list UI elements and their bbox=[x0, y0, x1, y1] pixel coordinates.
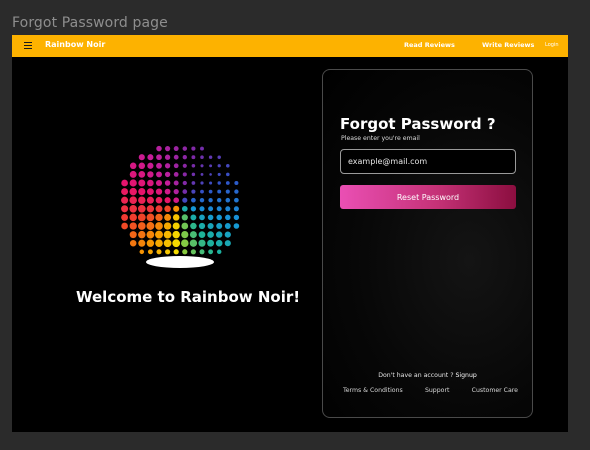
navbar: Rainbow Noir Read Reviews Write Reviews … bbox=[12, 35, 568, 57]
signup-link[interactable]: Signup bbox=[455, 372, 476, 379]
customer-care-link[interactable]: Customer Care bbox=[472, 387, 518, 394]
rainbow-dotted-sphere-icon bbox=[121, 145, 240, 268]
brand-name[interactable]: Rainbow Noir bbox=[45, 40, 105, 49]
support-link[interactable]: Support bbox=[425, 387, 449, 394]
signup-prompt-text: Don't have an account ? bbox=[378, 372, 454, 379]
app-frame: Rainbow Noir Read Reviews Write Reviews … bbox=[12, 35, 568, 432]
terms-link[interactable]: Terms & Conditions bbox=[343, 387, 403, 394]
nav-login[interactable]: Login bbox=[545, 42, 559, 48]
nav-write-reviews[interactable]: Write Reviews bbox=[482, 41, 534, 49]
reset-password-button[interactable]: Reset Password bbox=[340, 185, 516, 209]
welcome-heading: Welcome to Rainbow Noir! bbox=[76, 288, 301, 306]
forgot-password-card: Forgot Password ? Please enter you're em… bbox=[322, 69, 533, 418]
frame-title: Forgot Password page bbox=[12, 15, 168, 31]
nav-read-reviews[interactable]: Read Reviews bbox=[404, 41, 455, 49]
card-subtitle: Please enter you're email bbox=[341, 135, 420, 142]
signup-prompt: Don't have an account ? Signup bbox=[323, 372, 532, 379]
card-title: Forgot Password ? bbox=[340, 115, 496, 133]
hamburger-menu-icon[interactable] bbox=[24, 42, 32, 49]
email-input[interactable] bbox=[340, 149, 516, 174]
footer-links: Terms & Conditions Support Customer Care bbox=[343, 387, 518, 394]
